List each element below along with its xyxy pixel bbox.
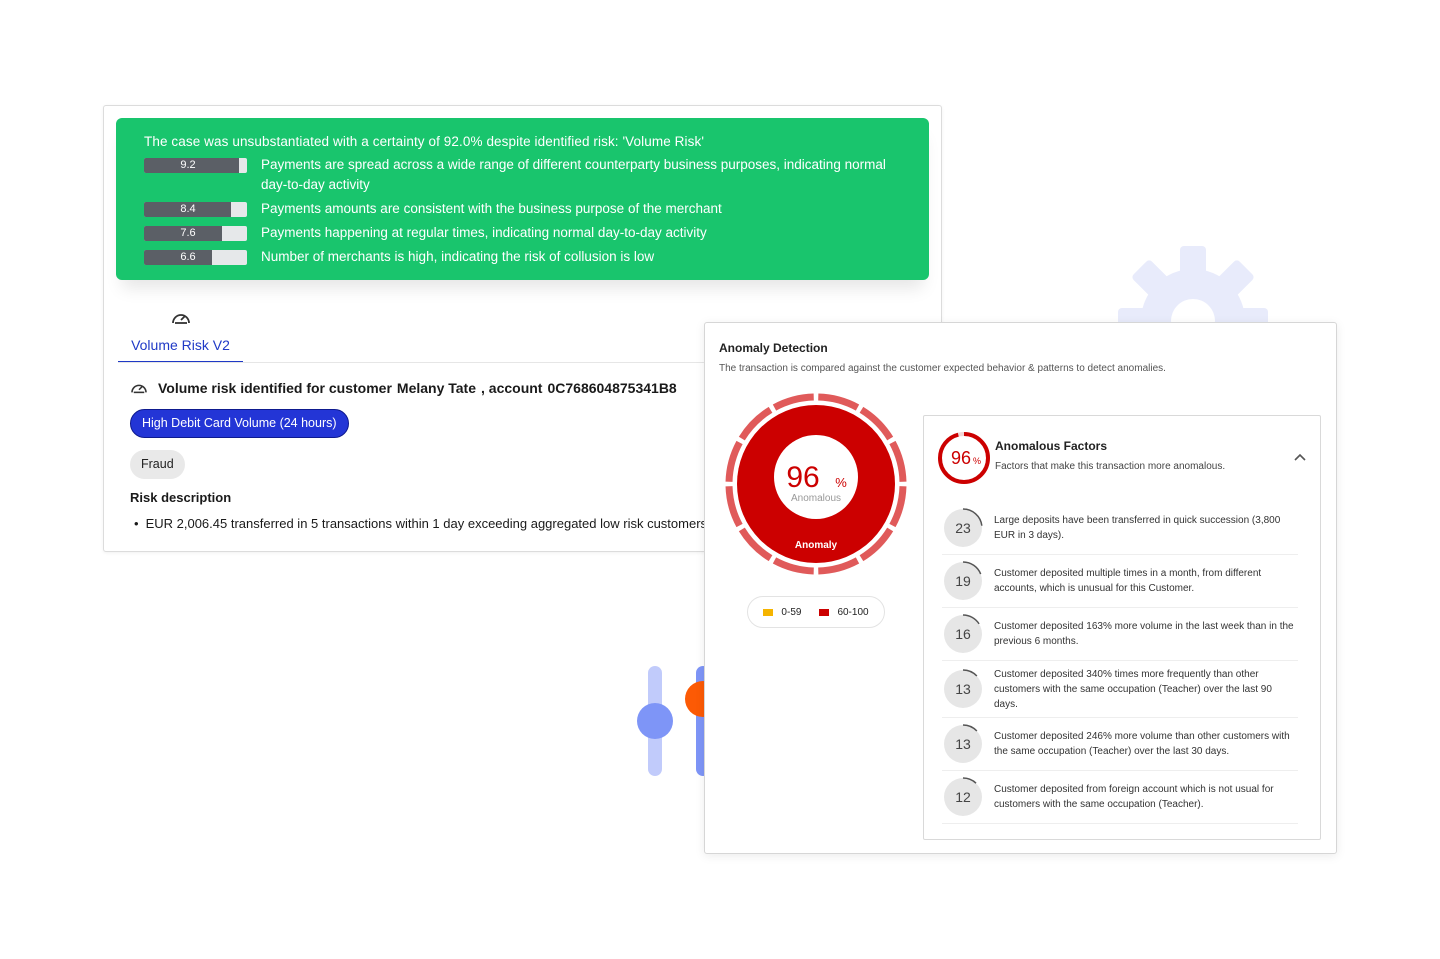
legend-label-low: 0-59 bbox=[781, 606, 802, 618]
factor-score-circle: 16 bbox=[942, 613, 984, 655]
score-value: 6.6 bbox=[180, 251, 196, 263]
gauge-icon bbox=[171, 314, 190, 324]
factor-text: Payments happening at regular times, ind… bbox=[261, 225, 707, 240]
anomalous-factor-item: 16 Customer deposited 163% more volume i… bbox=[942, 608, 1298, 661]
factor-row: 7.6 Payments happening at regular times,… bbox=[144, 223, 901, 243]
factor-score: 23 bbox=[955, 520, 971, 536]
customer-name: Melany Tate bbox=[396, 380, 477, 396]
anomaly-score-value: 96 bbox=[786, 461, 819, 494]
account-prefix: , account bbox=[481, 380, 543, 396]
factors-header-unit: % bbox=[973, 456, 981, 466]
legend-swatch-high bbox=[819, 608, 830, 616]
factor-description: Customer deposited 163% more volume in t… bbox=[994, 621, 1294, 647]
factor-description: Customer deposited from foreign account … bbox=[994, 784, 1274, 810]
anomalous-factors-card: 96 % Anomalous Factors Factors that make… bbox=[923, 415, 1321, 840]
risk-description-label: Risk description bbox=[130, 490, 232, 505]
score-bar: 7.6 bbox=[144, 226, 247, 241]
factor-text: Number of merchants is high, indicating … bbox=[261, 249, 655, 264]
score-bar: 9.2 bbox=[144, 158, 247, 173]
factor-text: Payments amounts are consistent with the… bbox=[261, 201, 722, 216]
factor-description: Customer deposited 246% more volume than… bbox=[994, 731, 1290, 757]
factor-row: 8.4 Payments amounts are consistent with… bbox=[144, 199, 901, 219]
factors-header-score: 96 bbox=[951, 448, 971, 468]
anomalous-factor-item: 23 Large deposits have been transferred … bbox=[942, 502, 1298, 555]
anomaly-score-unit: % bbox=[835, 475, 847, 490]
legend-item-high: 60-100 bbox=[819, 606, 869, 618]
legend-swatch-low bbox=[763, 608, 774, 616]
chevron-up-icon[interactable] bbox=[1294, 450, 1306, 464]
anomalous-factors-score-ring: 96 % bbox=[938, 432, 990, 484]
gauge-icon bbox=[131, 384, 147, 394]
factor-score-circle: 19 bbox=[942, 560, 984, 602]
tag-fraud[interactable]: Fraud bbox=[130, 450, 185, 479]
factor-score-circle: 23 bbox=[942, 507, 984, 549]
factor-row: 9.2 Payments are spread across a wide ra… bbox=[144, 155, 901, 195]
anomaly-detection-panel: Anomaly Detection The transaction is com… bbox=[704, 322, 1337, 854]
legend-label-high: 60-100 bbox=[837, 606, 869, 618]
factor-score: 13 bbox=[955, 736, 971, 752]
factor-description: Large deposits have been transferred in … bbox=[994, 515, 1281, 541]
legend-item-low: 0-59 bbox=[763, 607, 801, 618]
risk-heading-prefix: Volume risk identified for customer bbox=[158, 380, 392, 396]
factor-score-circle: 13 bbox=[942, 723, 984, 765]
factor-text: Payments are spread across a wide range … bbox=[261, 157, 886, 192]
factor-description: Customer deposited 340% times more frequ… bbox=[994, 668, 1272, 710]
anomalous-factor-item: 13 Customer deposited 340% times more fr… bbox=[942, 661, 1298, 718]
factor-row: 6.6 Number of merchants is high, indicat… bbox=[144, 247, 901, 267]
score-value: 7.6 bbox=[180, 227, 196, 239]
case-summary-title: The case was unsubstantiated with a cert… bbox=[144, 134, 704, 149]
factor-score: 16 bbox=[955, 626, 971, 642]
anomalous-factor-list: 23 Large deposits have been transferred … bbox=[942, 502, 1298, 824]
anomaly-subtitle: The transaction is compared against the … bbox=[719, 363, 1166, 374]
tab-label: Volume Risk V2 bbox=[131, 337, 230, 353]
anomalous-factors-title: Anomalous Factors bbox=[995, 439, 1108, 453]
score-value: 8.4 bbox=[180, 203, 196, 215]
factor-list: 9.2 Payments are spread across a wide ra… bbox=[144, 155, 901, 267]
tag-high-debit-card-volume[interactable]: High Debit Card Volume (24 hours) bbox=[130, 409, 349, 438]
risk-heading: Volume risk identified for customer Mela… bbox=[130, 380, 677, 396]
factor-description: Customer deposited multiple times in a m… bbox=[994, 568, 1262, 594]
factor-score: 12 bbox=[955, 789, 971, 805]
anomaly-title: Anomaly Detection bbox=[719, 341, 828, 355]
anomaly-ring-label: Anomaly bbox=[795, 540, 838, 551]
anomalous-factors-subtitle: Factors that make this transaction more … bbox=[995, 461, 1226, 472]
anomalous-factor-item: 13 Customer deposited 246% more volume t… bbox=[942, 718, 1298, 771]
anomaly-score-caption: Anomalous bbox=[791, 493, 841, 504]
factor-score: 13 bbox=[955, 681, 971, 697]
anomalous-factor-item: 12 Customer deposited from foreign accou… bbox=[942, 771, 1298, 824]
score-bar: 6.6 bbox=[144, 250, 247, 265]
factor-score: 19 bbox=[955, 573, 971, 589]
anomaly-donut: 96 % Anomalous Anomaly bbox=[725, 393, 907, 575]
anomalous-factor-item: 19 Customer deposited multiple times in … bbox=[942, 555, 1298, 608]
case-summary-banner: The case was unsubstantiated with a cert… bbox=[116, 118, 929, 280]
risk-description-text: EUR 2,006.45 transferred in 5 transactio… bbox=[145, 516, 705, 531]
risk-description: • EUR 2,006.45 transferred in 5 transacti… bbox=[130, 516, 705, 531]
score-bar: 8.4 bbox=[144, 202, 247, 217]
score-value: 9.2 bbox=[180, 159, 196, 171]
factor-score-circle: 12 bbox=[942, 776, 984, 818]
factor-score-circle: 13 bbox=[942, 668, 984, 710]
anomaly-legend: 0-59 60-100 bbox=[747, 596, 885, 628]
account-number: 0C768604875341B8 bbox=[547, 380, 677, 396]
tab-volume-risk-v2[interactable]: Volume Risk V2 bbox=[118, 306, 243, 363]
